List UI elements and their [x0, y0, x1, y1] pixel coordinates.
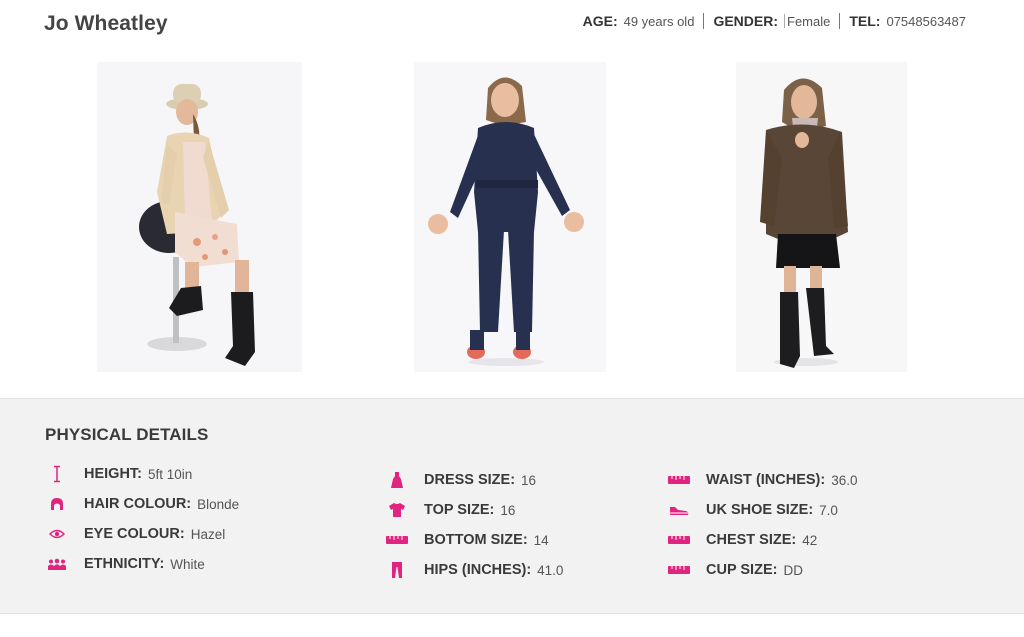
waist-value: 36.0 [831, 472, 858, 488]
bottom-size-label: BOTTOM SIZE: [424, 532, 528, 548]
waist-label: WAIST (INCHES): [706, 472, 826, 488]
tel-value[interactable]: 07548563487 [886, 14, 966, 29]
shoe-size-label: UK SHOE SIZE: [706, 502, 814, 518]
detail-row-dress-size: DRESS SIZE: 16 [385, 465, 563, 495]
divider [784, 14, 785, 28]
photo-jumpsuit[interactable] [414, 62, 606, 372]
detail-row-shoe-size: UK SHOE SIZE: 7.0 [667, 495, 858, 525]
detail-row-top-size: TOP SIZE: 16 [385, 495, 563, 525]
top-size-value: 16 [500, 502, 516, 518]
tel-label: TEL: [849, 13, 881, 29]
photo-gallery [0, 60, 1024, 375]
eye-colour-value: Hazel [190, 526, 226, 542]
tape-measure-icon [667, 472, 691, 488]
detail-row-eye-colour: EYE COLOUR: Hazel [45, 519, 239, 549]
height-icon [45, 465, 69, 483]
detail-row-bottom-size: BOTTOM SIZE: 14 [385, 525, 563, 555]
age-label: AGE: [582, 13, 618, 29]
people-icon [45, 556, 69, 572]
hips-label: HIPS (INCHES): [424, 562, 532, 578]
profile-name: Jo Wheatley [44, 12, 168, 35]
hair-colour-label: HAIR COLOUR: [84, 496, 192, 512]
top-size-label: TOP SIZE: [424, 502, 495, 518]
eye-icon [45, 526, 69, 542]
dress-size-value: 16 [521, 472, 537, 488]
detail-row-height: HEIGHT: 5ft 10in [45, 459, 239, 489]
hair-colour-value: Blonde [197, 496, 240, 512]
physical-details-title: PHYSICAL DETAILS [45, 425, 209, 444]
shirt-icon [385, 502, 409, 518]
detail-row-waist: WAIST (INCHES): 36.0 [667, 465, 858, 495]
detail-row-chest-size: CHEST SIZE: 42 [667, 525, 858, 555]
chest-size-label: CHEST SIZE: [706, 532, 797, 548]
ethnicity-label: ETHNICITY: [84, 556, 165, 572]
details-column-measurements: WAIST (INCHES): 36.0 UK SHOE SIZE: 7.0 C… [667, 465, 858, 585]
hair-icon [45, 496, 69, 512]
height-label: HEIGHT: [84, 466, 142, 482]
detail-row-hips: HIPS (INCHES): 41.0 [385, 555, 563, 585]
shoe-size-value: 7.0 [819, 502, 838, 518]
hips-value: 41.0 [537, 562, 564, 578]
profile-page: Jo Wheatley AGE: 49 years old GENDER: Fe… [0, 0, 1024, 637]
tape-measure-icon [667, 532, 691, 548]
details-column-clothing: DRESS SIZE: 16 TOP SIZE: 16 BOTTOM SIZE:… [385, 465, 563, 585]
chest-size-value: 42 [802, 532, 818, 548]
age-value: 49 years old [623, 13, 695, 29]
profile-header: Jo Wheatley AGE: 49 years old GENDER: Fe… [0, 0, 1024, 50]
photo-jacket[interactable] [736, 62, 907, 372]
shoe-icon [667, 502, 691, 518]
bottom-size-value: 14 [533, 532, 549, 548]
details-column-personal: HEIGHT: 5ft 10in HAIR COLOUR: Blonde EYE… [45, 459, 239, 579]
profile-info-bar: AGE: 49 years old GENDER: Female TEL: 07… [583, 13, 966, 29]
physical-details-panel: PHYSICAL DETAILS HEIGHT: 5ft 10in HAIR C… [0, 398, 1024, 614]
divider [703, 13, 705, 29]
ethnicity-value: White [170, 556, 205, 572]
cup-size-label: CUP SIZE: [706, 562, 778, 578]
tape-measure-icon [385, 532, 409, 548]
cup-size-value: DD [783, 562, 803, 578]
dress-icon [385, 472, 409, 488]
trousers-icon [385, 562, 409, 578]
photo-seated[interactable] [97, 62, 302, 372]
gender-value: Female [787, 13, 831, 29]
gender-label: GENDER: [713, 13, 778, 29]
detail-row-ethnicity: ETHNICITY: White [45, 549, 239, 579]
dress-size-label: DRESS SIZE: [424, 472, 516, 488]
divider [839, 13, 841, 29]
height-value: 5ft 10in [148, 466, 193, 482]
detail-row-cup-size: CUP SIZE: DD [667, 555, 858, 585]
eye-colour-label: EYE COLOUR: [84, 526, 185, 542]
tape-measure-icon [667, 562, 691, 578]
detail-row-hair-colour: HAIR COLOUR: Blonde [45, 489, 239, 519]
